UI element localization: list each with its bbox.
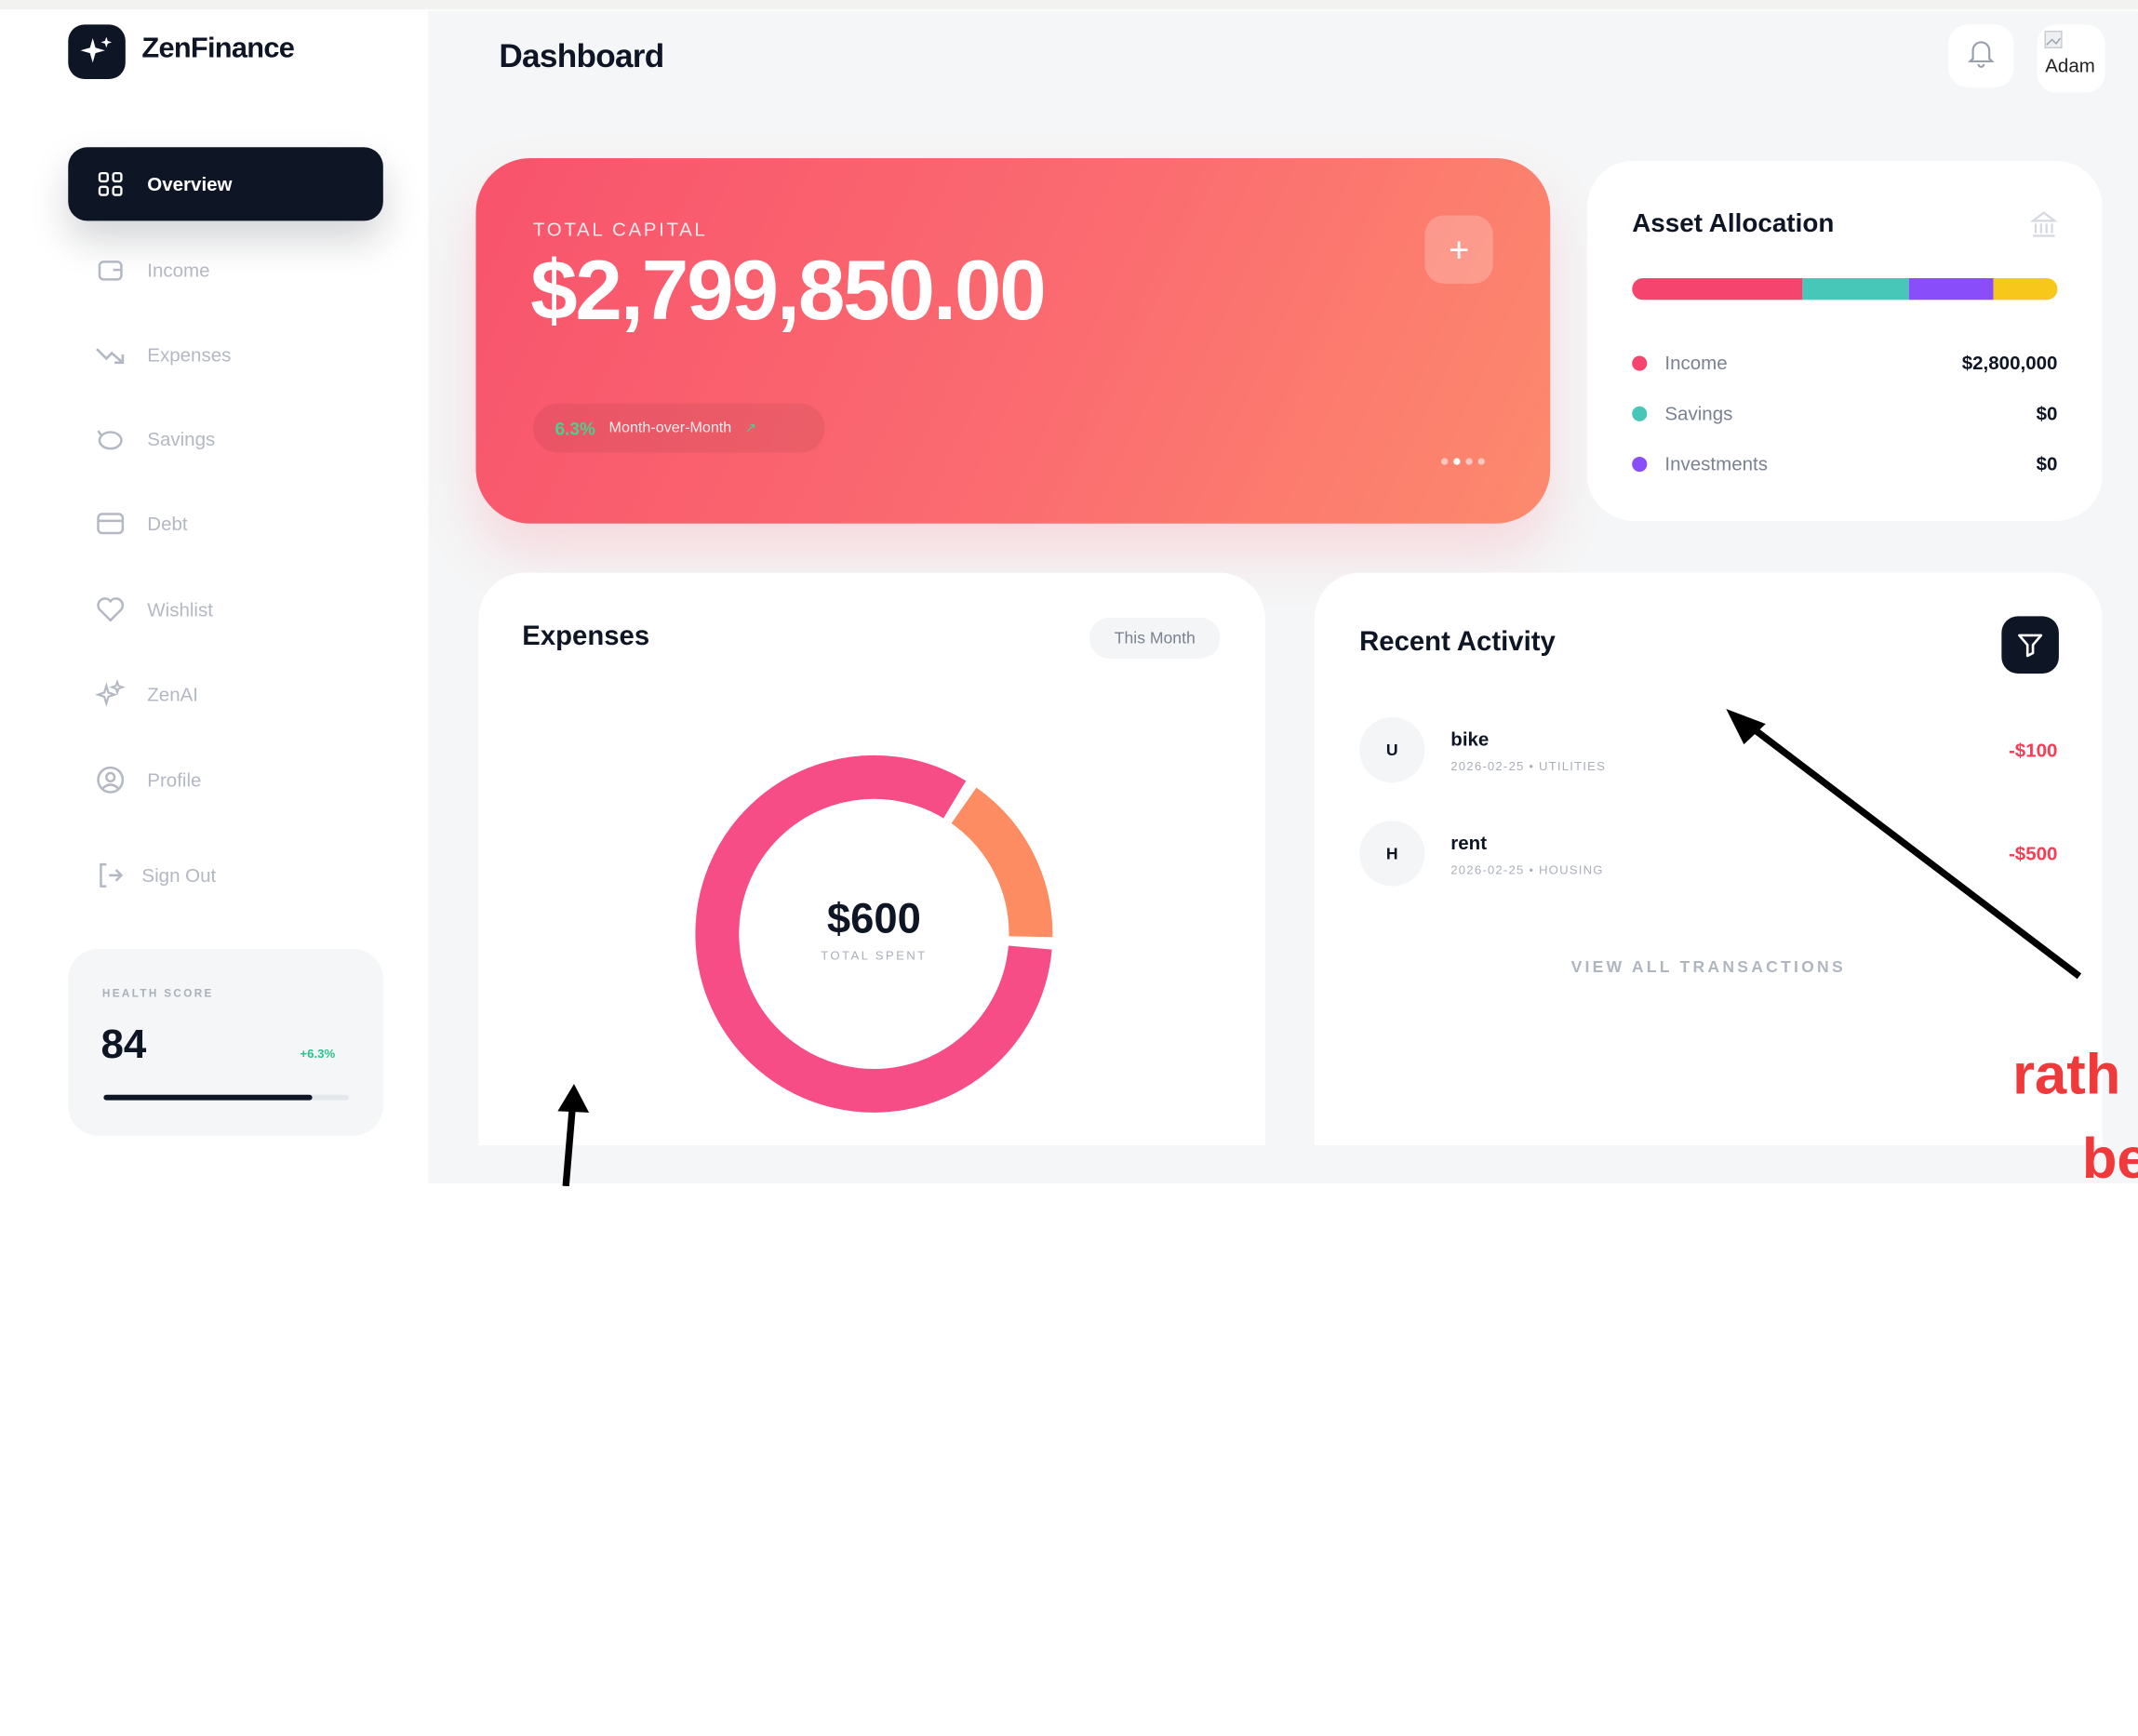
annotation-arrow-bottom xyxy=(562,1103,577,1186)
annotation-arrow-right xyxy=(1743,719,2082,980)
annotation-overlay xyxy=(557,709,2082,1186)
annotation-text-line1: rath xyxy=(2012,1041,2121,1106)
annotation-arrowhead-right xyxy=(1726,709,1766,745)
annotation-arrowhead-bottom xyxy=(557,1084,590,1113)
annotation-text-line2: be xyxy=(2081,1126,2138,1186)
